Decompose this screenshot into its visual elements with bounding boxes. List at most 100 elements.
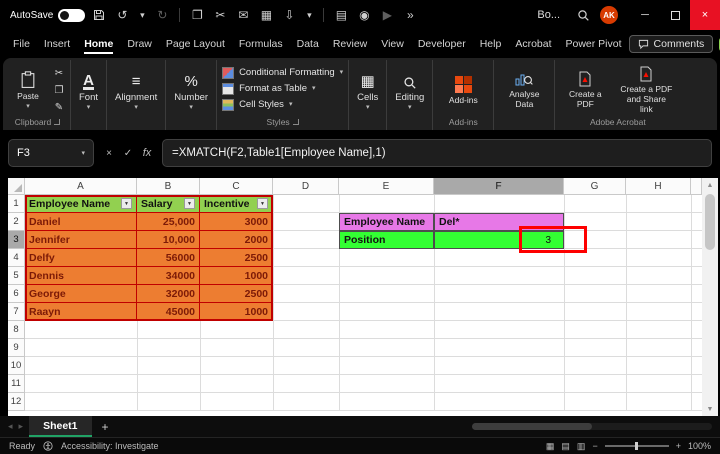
tab-data[interactable]: Data — [290, 33, 326, 55]
column-header-g[interactable]: G — [564, 178, 626, 195]
analyse-data-button[interactable]: Analyse Data — [497, 67, 551, 110]
name-box[interactable]: F3 ▾ — [8, 139, 94, 167]
copy-icon[interactable]: ❐ — [51, 84, 67, 98]
cell-a6[interactable]: George — [25, 285, 137, 303]
accessibility-status[interactable]: Accessibility: Investigate — [61, 441, 159, 451]
cells-dropdown[interactable]: ▦ Cells ▾ — [352, 60, 383, 122]
row-header-11[interactable]: 11 — [8, 375, 25, 393]
page-break-view-icon[interactable]: ▥ — [577, 441, 586, 452]
cell-b1[interactable]: Salary ▼ — [137, 195, 200, 213]
qat-chevron-icon[interactable]: ▾ — [303, 4, 315, 26]
save-icon[interactable] — [90, 4, 108, 26]
column-header-a[interactable]: A — [25, 178, 137, 195]
cut-icon[interactable]: ✂ — [211, 4, 229, 26]
page-layout-view-icon[interactable]: ▤ — [561, 441, 570, 452]
column-header-b[interactable]: B — [137, 178, 200, 195]
select-all-corner[interactable] — [8, 178, 25, 195]
horizontal-scrollbar[interactable] — [472, 423, 712, 430]
number-dropdown[interactable]: % Number ▾ — [169, 60, 213, 122]
horizontal-scrollbar-thumb[interactable] — [472, 423, 592, 430]
tab-acrobat[interactable]: Acrobat — [508, 33, 558, 55]
font-dropdown[interactable]: A Font ▾ — [74, 60, 103, 122]
row-header-12[interactable]: 12 — [8, 393, 25, 411]
undo-chevron-icon[interactable]: ▾ — [136, 4, 148, 26]
row-header-10[interactable]: 10 — [8, 357, 25, 375]
filter-dropdown-icon[interactable]: ▼ — [184, 198, 195, 209]
cell-styles-button[interactable]: Cell Styles ▾ — [220, 98, 345, 112]
autosave-toggle[interactable] — [58, 8, 86, 22]
tab-view[interactable]: View — [374, 33, 411, 55]
add-sheet-button[interactable]: + — [98, 420, 113, 434]
create-pdf-share-button[interactable]: Create a PDF and Share link — [615, 62, 677, 114]
filter-dropdown-icon[interactable]: ▼ — [121, 198, 132, 209]
cell-c3[interactable]: 2000 — [200, 231, 273, 249]
row-header-8[interactable]: 8 — [8, 321, 25, 339]
tab-power-pivot[interactable]: Power Pivot — [559, 33, 629, 55]
minimize-button[interactable]: ─ — [630, 0, 660, 30]
camera-icon[interactable]: ◉ — [355, 4, 373, 26]
vertical-scrollbar[interactable]: ▲ ▼ — [702, 178, 718, 416]
paste-button[interactable]: Paste ▾ — [8, 67, 48, 110]
column-header-h[interactable]: H — [626, 178, 691, 195]
filter-dropdown-icon[interactable]: ▼ — [257, 198, 268, 209]
row-header-6[interactable]: 6 — [8, 285, 25, 303]
format-as-table-button[interactable]: Format as Table ▾ — [220, 82, 345, 96]
conditional-formatting-button[interactable]: Conditional Formatting ▾ — [220, 66, 345, 80]
tab-draw[interactable]: Draw — [120, 33, 159, 55]
styles-dialog-launcher[interactable] — [292, 119, 299, 125]
vertical-scrollbar-thumb[interactable] — [705, 194, 715, 250]
cell-e3[interactable]: Position — [339, 231, 434, 249]
cell-b4[interactable]: 56000 — [137, 249, 200, 267]
cell-b5[interactable]: 34000 — [137, 267, 200, 285]
cell-c1[interactable]: Incentive ▼ — [200, 195, 273, 213]
cell-b7[interactable]: 45000 — [137, 303, 200, 321]
cell-c5[interactable]: 1000 — [200, 267, 273, 285]
table-grid-icon[interactable]: ▦ — [257, 4, 275, 26]
play-icon[interactable]: ▶ — [378, 4, 396, 26]
cell-b6[interactable]: 32000 — [137, 285, 200, 303]
cells-area[interactable]: Employee Name ▼ Salary ▼ Incentive ▼ Dan… — [25, 195, 702, 411]
cancel-entry-button[interactable]: × — [100, 148, 118, 159]
zoom-slider[interactable] — [604, 442, 669, 450]
comments-button[interactable]: Comments — [628, 35, 714, 53]
tab-insert[interactable]: Insert — [37, 33, 77, 55]
cell-c7[interactable]: 1000 — [200, 303, 273, 321]
sheet-nav-left-icon[interactable]: ◂ — [8, 421, 13, 432]
cell-a5[interactable]: Dennis — [25, 267, 137, 285]
formula-input[interactable]: =XMATCH(F2,Table1[Employee Name],1) — [162, 139, 712, 167]
scroll-up-icon[interactable]: ▲ — [707, 178, 714, 192]
mail-icon[interactable]: ✉ — [234, 4, 252, 26]
document-icon[interactable]: ▤ — [332, 4, 350, 26]
addins-button[interactable]: Add-ins — [436, 72, 490, 106]
row-header-7[interactable]: 7 — [8, 303, 25, 321]
cell-a1[interactable]: Employee Name ▼ — [25, 195, 137, 213]
editing-dropdown[interactable]: Editing ▾ — [390, 60, 429, 122]
row-header-5[interactable]: 5 — [8, 267, 25, 285]
row-header-2[interactable]: 2 — [8, 213, 25, 231]
cell-a3[interactable]: Jennifer — [25, 231, 137, 249]
copy-icon[interactable]: ❐ — [188, 4, 206, 26]
cell-c4[interactable]: 2500 — [200, 249, 273, 267]
column-header-e[interactable]: E — [339, 178, 434, 195]
row-header-9[interactable]: 9 — [8, 339, 25, 357]
column-header-f[interactable]: F — [434, 178, 564, 195]
workbook-name[interactable]: Bo... — [537, 9, 560, 21]
row-header-1[interactable]: 1 — [8, 195, 25, 213]
tab-formulas[interactable]: Formulas — [232, 33, 290, 55]
sheet-nav-right-icon[interactable]: ▸ — [19, 421, 24, 432]
create-pdf-button[interactable]: Create a PDF — [558, 67, 612, 110]
maximize-button[interactable] — [660, 0, 690, 30]
tab-page-layout[interactable]: Page Layout — [159, 33, 232, 55]
close-button[interactable]: × — [690, 0, 720, 30]
cell-c6[interactable]: 2500 — [200, 285, 273, 303]
cell-c2[interactable]: 3000 — [200, 213, 273, 231]
avatar[interactable]: AK — [600, 6, 618, 24]
format-painter-icon[interactable]: ✎ — [51, 101, 67, 115]
tab-developer[interactable]: Developer — [411, 33, 473, 55]
cell-a7[interactable]: Raayn — [25, 303, 137, 321]
cell-b3[interactable]: 10,000 — [137, 231, 200, 249]
tab-help[interactable]: Help — [473, 33, 509, 55]
zoom-in-icon[interactable]: + — [676, 441, 681, 451]
redo-icon[interactable]: ↻ — [153, 4, 171, 26]
confirm-entry-button[interactable]: ✓ — [119, 148, 137, 159]
